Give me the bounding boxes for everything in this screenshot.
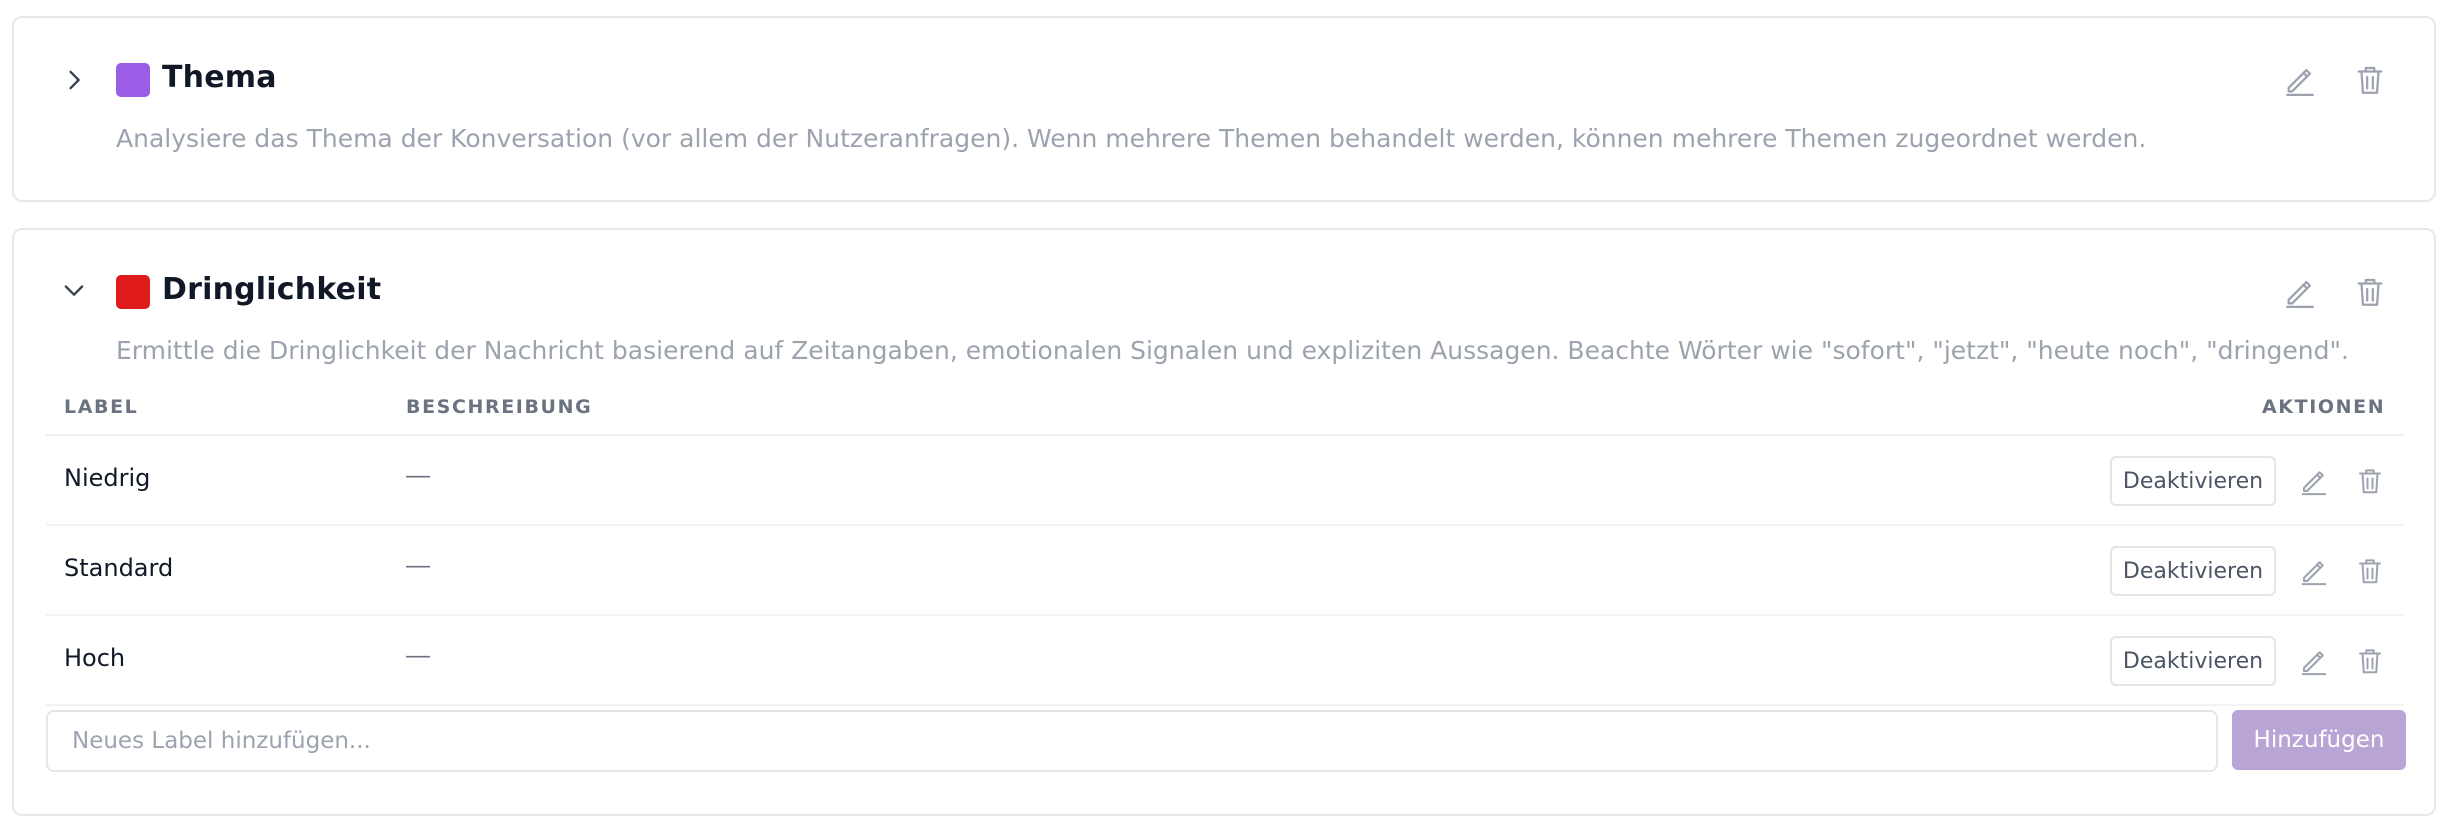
edit-category-pencil-icon[interactable]: [2280, 272, 2320, 312]
category-card-dringlichkeit: Dringlichkeit Ermittle die Dringlichkeit…: [12, 228, 2436, 816]
table-row: Standard — Deaktivieren: [46, 526, 2404, 616]
category-color-swatch: [116, 63, 150, 97]
row-label: Standard: [64, 554, 174, 582]
category-description: Analysiere das Thema der Konversation (v…: [116, 124, 2147, 153]
category-card-thema: Thema Analysiere das Thema der Konversat…: [12, 16, 2436, 202]
edit-category-pencil-icon[interactable]: [2280, 60, 2320, 100]
new-label-input[interactable]: [46, 710, 2218, 772]
category-color-swatch: [116, 275, 150, 309]
delete-label-trash-icon[interactable]: [2352, 643, 2388, 679]
edit-label-pencil-icon[interactable]: [2296, 553, 2332, 589]
delete-category-trash-icon[interactable]: [2350, 272, 2390, 312]
table-row: Niedrig — Deaktivieren: [46, 436, 2404, 526]
row-label: Niedrig: [64, 464, 151, 492]
delete-label-trash-icon[interactable]: [2352, 463, 2388, 499]
deactivate-button[interactable]: Deaktivieren: [2110, 456, 2276, 506]
labels-table-header: LABEL BESCHREIBUNG AKTIONEN: [46, 388, 2404, 436]
category-title: Dringlichkeit: [162, 272, 382, 307]
delete-category-trash-icon[interactable]: [2350, 60, 2390, 100]
row-description: —: [406, 642, 430, 669]
add-label-button[interactable]: Hinzufügen: [2232, 710, 2406, 770]
table-row: Hoch — Deaktivieren: [46, 616, 2404, 706]
row-description: —: [406, 552, 430, 579]
column-header-actions: AKTIONEN: [2262, 396, 2386, 418]
chevron-right-icon[interactable]: [56, 62, 92, 98]
column-header-description: BESCHREIBUNG: [406, 396, 593, 418]
category-description: Ermittle die Dringlichkeit der Nachricht…: [116, 336, 2349, 365]
deactivate-button[interactable]: Deaktivieren: [2110, 546, 2276, 596]
row-label: Hoch: [64, 644, 126, 672]
edit-label-pencil-icon[interactable]: [2296, 643, 2332, 679]
chevron-down-icon[interactable]: [56, 272, 92, 308]
delete-label-trash-icon[interactable]: [2352, 553, 2388, 589]
category-title: Thema: [162, 60, 277, 95]
edit-label-pencil-icon[interactable]: [2296, 463, 2332, 499]
column-header-label: LABEL: [64, 396, 139, 418]
row-description: —: [406, 462, 430, 489]
deactivate-button[interactable]: Deaktivieren: [2110, 636, 2276, 686]
